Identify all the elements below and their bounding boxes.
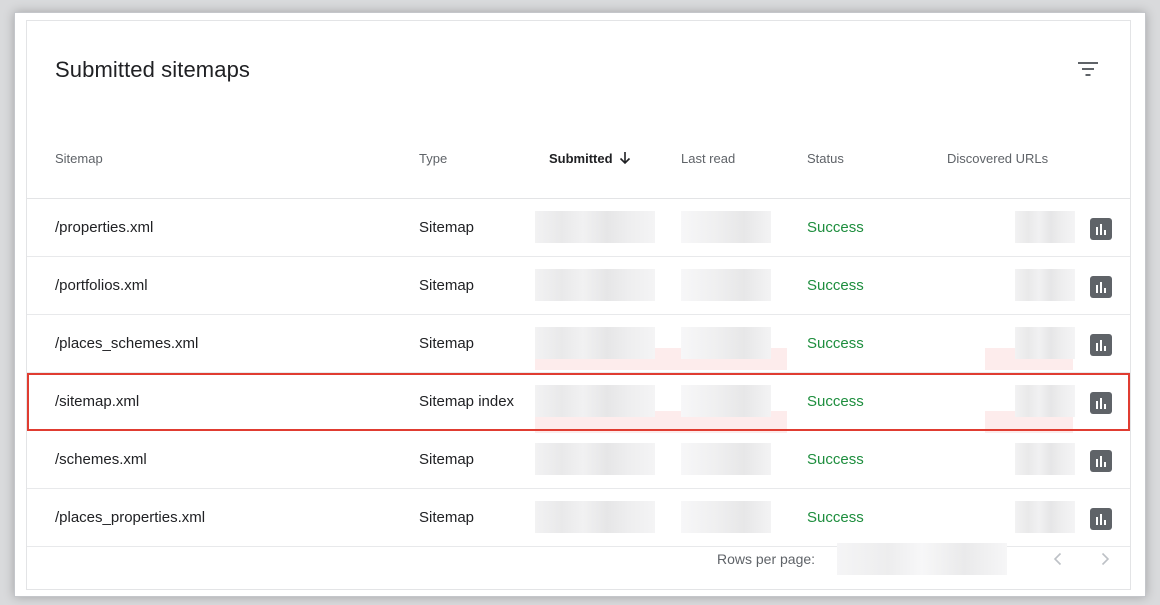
column-header-sitemap[interactable]: Sitemap (55, 151, 103, 166)
sitemap-path[interactable]: /sitemap.xml (55, 373, 139, 431)
bar-chart-icon (1096, 340, 1106, 351)
view-report-button[interactable] (1090, 508, 1112, 530)
discovered-urls-redacted (985, 431, 1075, 489)
chevron-right-icon (1101, 552, 1110, 566)
column-header-status[interactable]: Status (807, 151, 844, 166)
last-read-date-redacted (681, 199, 771, 257)
status-badge: Success (807, 451, 864, 468)
submitted-sitemaps-card: Submitted sitemaps Sitemap Type Submitte… (26, 20, 1131, 590)
column-header-submitted-label: Submitted (549, 151, 613, 166)
chart-cell (1090, 373, 1114, 431)
arrow-down-icon (619, 151, 631, 168)
sitemap-type: Sitemap (419, 335, 475, 352)
submitted-date-redacted (535, 257, 655, 315)
rows-per-page-select-redacted[interactable] (837, 543, 1007, 575)
sitemap-path[interactable]: /schemes.xml (55, 431, 147, 489)
view-report-button[interactable] (1090, 276, 1112, 298)
submitted-date-redacted (535, 373, 655, 431)
view-report-button[interactable] (1090, 218, 1112, 240)
discovered-urls-redacted (985, 315, 1075, 373)
chart-cell (1090, 199, 1114, 257)
status-badge: Success (807, 335, 864, 352)
bar-chart-icon (1096, 282, 1106, 293)
table-row[interactable]: /portfolios.xml Sitemap Success (27, 257, 1130, 315)
bar-chart-icon (1096, 456, 1106, 467)
last-read-date-redacted (681, 257, 771, 315)
column-header-submitted[interactable]: Submitted (549, 151, 631, 168)
rows-per-page-label: Rows per page: (717, 551, 816, 567)
status-badge: Success (807, 277, 864, 294)
status-badge: Success (807, 219, 864, 236)
chevron-left-icon (1053, 552, 1062, 566)
sitemap-type: Sitemap (419, 277, 475, 294)
column-header-type[interactable]: Type (419, 151, 447, 166)
filter-icon (1078, 62, 1098, 76)
view-report-button[interactable] (1090, 450, 1112, 472)
column-header-discovered-urls[interactable]: Discovered URLs (947, 151, 1048, 166)
submitted-date-redacted (535, 431, 655, 489)
screenshot-frame: Submitted sitemaps Sitemap Type Submitte… (14, 12, 1146, 597)
table-row[interactable]: /places_schemes.xml Sitemap Success (27, 315, 1130, 373)
sitemap-type: Sitemap (419, 451, 475, 468)
table-header: Sitemap Type Submitted Last read Status … (27, 119, 1130, 199)
sitemap-path[interactable]: /places_schemes.xml (55, 315, 198, 373)
card-title: Submitted sitemaps (55, 57, 250, 82)
table-row[interactable]: /properties.xml Sitemap Success (27, 199, 1130, 257)
view-report-button[interactable] (1090, 334, 1112, 356)
sitemap-path[interactable]: /properties.xml (55, 199, 153, 257)
chart-cell (1090, 257, 1114, 315)
last-read-date-redacted (681, 315, 771, 373)
table-footer: Rows per page: (27, 529, 1130, 589)
discovered-urls-redacted (985, 257, 1075, 315)
last-read-date-redacted (681, 431, 771, 489)
sitemap-path[interactable]: /portfolios.xml (55, 257, 148, 315)
discovered-urls-redacted (985, 199, 1075, 257)
bar-chart-icon (1096, 224, 1106, 235)
chart-cell (1090, 431, 1114, 489)
sitemap-type: Sitemap index (419, 393, 515, 410)
submitted-date-redacted (535, 315, 655, 373)
bar-chart-icon (1096, 514, 1106, 525)
last-read-date-redacted (681, 373, 771, 431)
discovered-urls-redacted (985, 373, 1075, 431)
chart-cell (1090, 315, 1114, 373)
table-row-highlighted[interactable]: /sitemap.xml Sitemap index Success (27, 373, 1130, 431)
view-report-button[interactable] (1090, 392, 1112, 414)
table-row[interactable]: /schemes.xml Sitemap Success (27, 431, 1130, 489)
status-badge: Success (807, 393, 864, 410)
sitemaps-table-body: /properties.xml Sitemap Success /portfol… (27, 199, 1130, 547)
filter-button[interactable] (1074, 55, 1102, 83)
previous-page-button[interactable] (1044, 545, 1072, 573)
column-header-last-read[interactable]: Last read (681, 151, 735, 166)
sitemap-type: Sitemap (419, 219, 475, 236)
submitted-date-redacted (535, 199, 655, 257)
next-page-button[interactable] (1091, 545, 1119, 573)
bar-chart-icon (1096, 398, 1106, 409)
